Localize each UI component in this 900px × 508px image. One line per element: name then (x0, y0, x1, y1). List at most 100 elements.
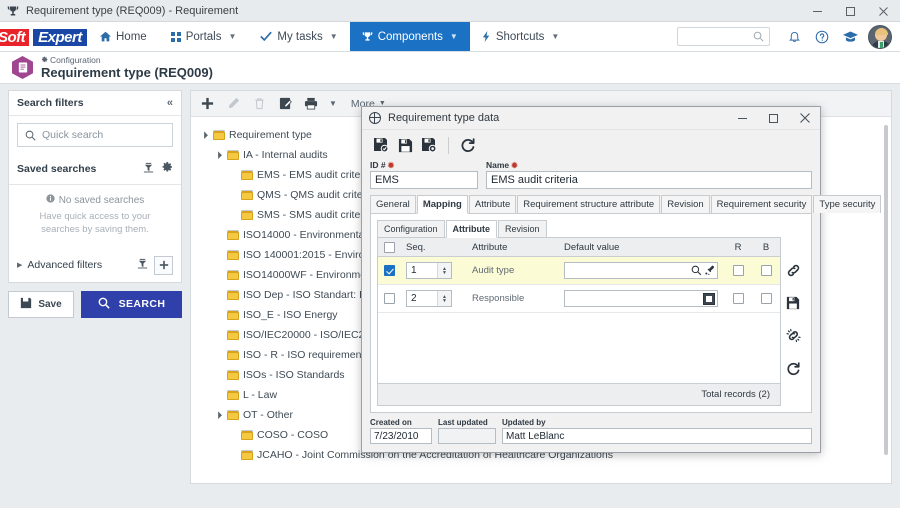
blocked-cell[interactable] (752, 285, 780, 312)
clear-filter-icon[interactable] (137, 256, 148, 274)
notifications-button[interactable] (780, 22, 808, 52)
print-options-chevron-icon[interactable]: ▼ (325, 99, 341, 108)
expander-icon[interactable]: ◢ (212, 149, 225, 162)
nav-item-portals[interactable]: Portals ▼ (159, 22, 249, 51)
add-filter-button[interactable] (154, 255, 173, 275)
tree-node-label: IA - Internal audits (243, 149, 328, 161)
trash-icon[interactable] (247, 93, 271, 115)
global-search-input[interactable] (677, 27, 770, 46)
subtab-revision[interactable]: Revision (498, 220, 547, 237)
tab-revision[interactable]: Revision (661, 195, 710, 213)
tree-node-label: L - Law (243, 389, 278, 401)
academy-button[interactable] (836, 22, 864, 52)
refresh-icon[interactable] (457, 134, 479, 156)
nav-item-shortcuts[interactable]: Shortcuts ▼ (470, 22, 572, 51)
select-all-header[interactable] (378, 238, 400, 256)
dialog-close-button[interactable] (789, 107, 820, 130)
name-field[interactable] (486, 171, 812, 189)
default-value-input[interactable] (564, 262, 718, 279)
edit-button[interactable] (221, 93, 245, 115)
search-button[interactable]: SEARCH (81, 290, 182, 318)
tab-attribute[interactable]: Attribute (468, 195, 517, 213)
gear-icon[interactable] (161, 160, 173, 178)
dialog-maximize-button[interactable] (758, 107, 789, 130)
minimize-button[interactable] (801, 0, 834, 22)
created-on-field[interactable] (370, 428, 432, 444)
dialog-title-bar[interactable]: Requirement type data (362, 107, 820, 130)
sequence-stepper[interactable]: 2 ▲ ▼ (406, 290, 452, 307)
help-button[interactable] (808, 22, 836, 52)
folder-icon (227, 370, 239, 380)
dialog-toolbar (362, 130, 820, 160)
updated-by-field[interactable] (502, 428, 812, 444)
add-button[interactable] (195, 93, 219, 115)
subtab-attribute[interactable]: Attribute (445, 220, 498, 238)
blocked-checkbox[interactable] (760, 265, 772, 276)
select-all-checkbox[interactable] (383, 241, 395, 253)
save-filter-label: Save (38, 298, 62, 310)
chevron-right-icon: ▶ (17, 262, 23, 270)
last-updated-field[interactable] (438, 428, 496, 444)
advanced-filters-row[interactable]: ▶ Advanced filters (9, 249, 181, 282)
required-cell[interactable] (724, 285, 752, 312)
dialog-minimize-button[interactable] (727, 107, 758, 130)
stepper-arrows-icon[interactable]: ▲ ▼ (437, 291, 451, 306)
save-icon[interactable] (370, 134, 392, 156)
page-title: Requirement type (REQ009) (41, 64, 213, 80)
save-filter-button[interactable]: Save (8, 290, 74, 318)
expander-icon[interactable]: ◢ (212, 409, 225, 422)
double-chevron-left-icon[interactable]: « (167, 97, 173, 109)
nav-item-components[interactable]: Components ▼ (349, 22, 470, 51)
floppy-icon[interactable] (786, 296, 800, 315)
note-edit-icon[interactable] (273, 93, 297, 115)
row-select-cell[interactable] (378, 257, 400, 284)
nav-item-my-tasks[interactable]: My tasks ▼ (248, 22, 349, 51)
default-value-input[interactable] (564, 290, 718, 307)
close-button[interactable] (867, 0, 900, 22)
user-avatar[interactable] (868, 24, 892, 49)
tab-type-security[interactable]: Type security (813, 195, 882, 213)
tab-requirement-structure-attribute[interactable]: Requirement structure attribute (517, 195, 661, 213)
floppy-icon[interactable] (394, 134, 416, 156)
quick-search-input[interactable]: Quick search (17, 123, 173, 147)
maximize-button[interactable] (834, 0, 867, 22)
row-select-checkbox[interactable] (383, 293, 395, 304)
tree-scrollbar[interactable] (884, 125, 888, 455)
tab-mapping[interactable]: Mapping (416, 195, 468, 214)
link-icon[interactable] (786, 263, 801, 283)
subtab-configuration[interactable]: Configuration (377, 220, 445, 237)
nav-item-home[interactable]: Home (88, 22, 159, 51)
search-icon[interactable] (691, 265, 702, 276)
breadcrumb-label: Configuration (50, 54, 101, 65)
unlink-icon[interactable] (786, 328, 801, 348)
id-field[interactable] (370, 171, 478, 189)
printer-icon[interactable] (299, 93, 323, 115)
softexpert-logo[interactable]: Soft Expert (0, 22, 88, 52)
clear-filter-icon[interactable] (143, 160, 154, 178)
stepper-arrows-icon[interactable]: ▲ ▼ (437, 263, 451, 278)
tree-node-label: COSO - COSO (257, 429, 329, 441)
row-select-checkbox[interactable] (383, 265, 395, 276)
table-row[interactable]: 1 ▲ ▼ Audit type (378, 257, 780, 285)
table-row[interactable]: 2 ▲ ▼ Responsible (378, 285, 780, 313)
attribute-cell: Responsible (472, 293, 525, 304)
tab-general[interactable]: General (370, 195, 416, 213)
blocked-cell[interactable] (752, 257, 780, 284)
row-select-cell[interactable] (378, 285, 400, 312)
square-button-icon[interactable] (703, 292, 715, 305)
picker-icon[interactable] (704, 265, 715, 276)
tab-requirement-security[interactable]: Requirement security (710, 195, 813, 213)
required-checkbox[interactable] (732, 265, 744, 276)
refresh-icon[interactable] (786, 361, 801, 381)
expander-icon[interactable]: ◢ (198, 129, 211, 142)
help-icon (815, 30, 829, 43)
required-cell[interactable] (724, 257, 752, 284)
blocked-checkbox[interactable] (760, 293, 772, 304)
required-icon: ✹ (387, 160, 395, 170)
no-saved-searches-message: No saved searches Have quick access to y… (9, 185, 181, 249)
chevron-down-icon: ▼ (228, 32, 237, 41)
attribute-grid: Seq. Attribute Default value R B 1 ▲ ▼ Audi… (377, 237, 781, 406)
sequence-stepper[interactable]: 1 ▲ ▼ (406, 262, 452, 279)
required-checkbox[interactable] (732, 293, 744, 304)
save-as-icon[interactable] (418, 134, 440, 156)
